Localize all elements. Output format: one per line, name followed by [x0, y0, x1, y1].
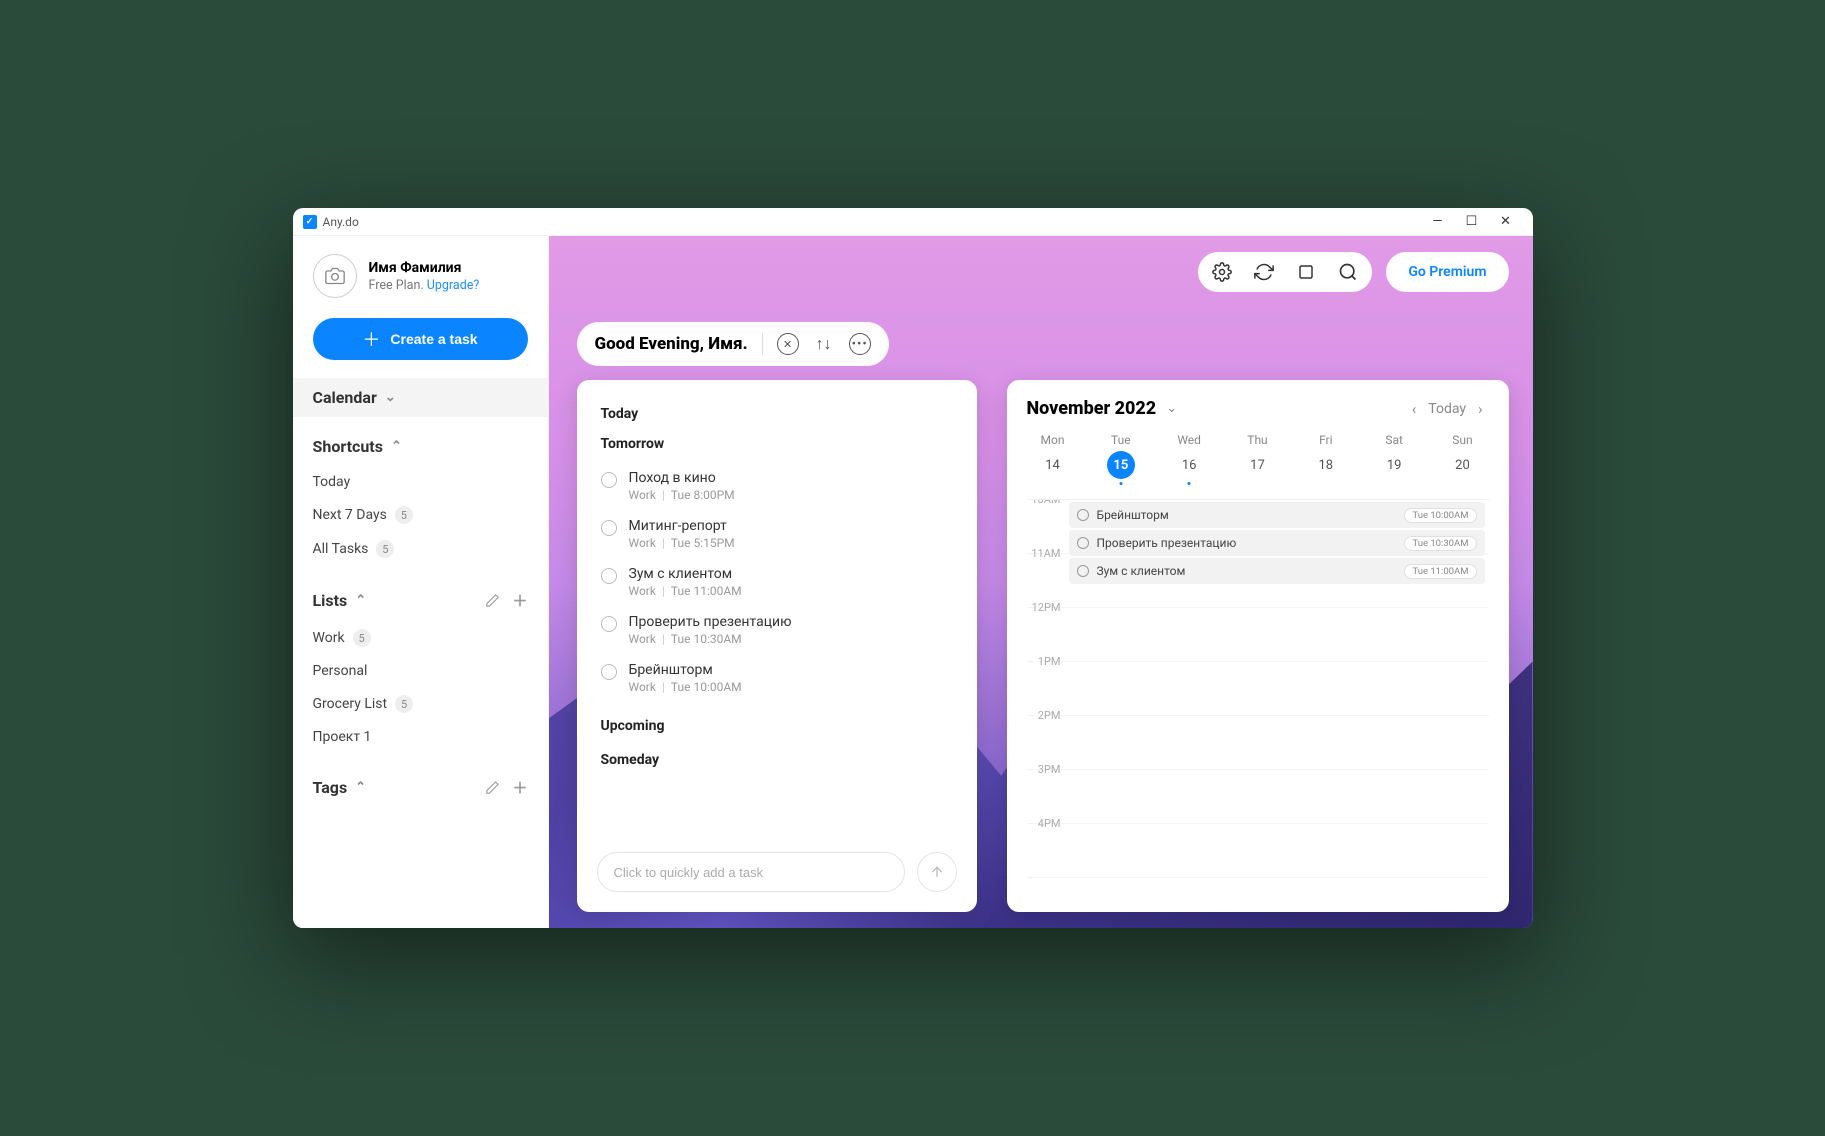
plus-icon: ＋ — [362, 326, 380, 352]
calendar-today-button[interactable]: Today — [1428, 401, 1466, 417]
count-badge: 5 — [353, 629, 371, 647]
sidebar: Имя Фамилия Free Plan. Upgrade? ＋ Create… — [293, 236, 549, 928]
sidebar-list-project1[interactable]: Проект 1 — [293, 721, 548, 753]
sidebar-list-personal[interactable]: Personal — [293, 655, 548, 687]
main-content: Go Premium Good Evening, Имя. ✕ ↑↓ ••• T… — [549, 236, 1533, 928]
sort-icon[interactable]: ↑↓ — [813, 333, 835, 355]
app-title: Any.do — [323, 215, 359, 229]
calendar-card: November 2022 ⌄ ‹ Today › Mon Tue Wed Th… — [1007, 380, 1509, 912]
chevron-up-icon: ⌃ — [355, 593, 366, 608]
sidebar-shortcut-today[interactable]: Today — [293, 466, 548, 498]
event-checkbox[interactable] — [1077, 509, 1089, 521]
sync-icon[interactable] — [1254, 262, 1274, 282]
sidebar-shortcut-next7[interactable]: Next 7 Days 5 — [293, 498, 548, 532]
tasks-section-tomorrow[interactable]: Tomorrow — [601, 436, 953, 452]
calendar-timeline: 10AM 11AM 12PM 1PM 2PM 3PM 4PM — [1027, 499, 1489, 912]
tasks-section-today[interactable]: Today — [601, 406, 953, 422]
gear-icon[interactable] — [1212, 262, 1232, 282]
calendar-weekdays: Mon Tue Wed Thu Fri Sat Sun — [1027, 433, 1489, 447]
app-logo-icon — [303, 215, 317, 229]
sidebar-section-shortcuts[interactable]: Shortcuts ⌃ — [293, 427, 548, 466]
event-dot-icon — [1119, 482, 1122, 485]
task-row[interactable]: Зум с клиентом Work|Tue 11:00AM — [601, 560, 953, 608]
quickadd-submit-button[interactable] — [917, 852, 957, 892]
greeting-pill: Good Evening, Имя. ✕ ↑↓ ••• — [577, 322, 889, 366]
chevron-up-icon: ⌃ — [391, 439, 402, 454]
sidebar-shortcut-alltasks[interactable]: All Tasks 5 — [293, 532, 548, 566]
profile-name: Имя Фамилия — [369, 260, 480, 276]
calendar-prev-button[interactable]: ‹ — [1406, 400, 1423, 418]
toolbar-pill — [1198, 252, 1372, 292]
calendar-date[interactable]: 20 — [1448, 451, 1476, 479]
event-checkbox[interactable] — [1077, 565, 1089, 577]
count-badge: 5 — [376, 540, 394, 558]
sidebar-list-work[interactable]: Work 5 — [293, 621, 548, 655]
task-checkbox[interactable] — [601, 520, 617, 536]
calendar-event[interactable]: Брейншторм Tue 10:00AM — [1069, 502, 1485, 528]
event-checkbox[interactable] — [1077, 537, 1089, 549]
plus-icon[interactable]: ＋ — [512, 777, 527, 798]
sidebar-section-tags[interactable]: Tags ⌃ ＋ — [293, 767, 548, 808]
window-minimize-button[interactable]: — — [1421, 214, 1455, 229]
create-task-button[interactable]: ＋ Create a task — [313, 318, 528, 360]
go-premium-button[interactable]: Go Premium — [1386, 252, 1508, 292]
titlebar: Any.do — ☐ ✕ — [293, 208, 1533, 236]
pencil-icon[interactable] — [485, 780, 500, 795]
topbar: Go Premium — [1198, 252, 1508, 292]
task-checkbox[interactable] — [601, 472, 617, 488]
window-maximize-button[interactable]: ☐ — [1455, 214, 1489, 229]
sidebar-section-calendar[interactable]: Calendar ⌄ — [293, 378, 548, 417]
sidebar-list-grocery[interactable]: Grocery List 5 — [293, 687, 548, 721]
app-window: Any.do — ☐ ✕ Имя Фамилия Free Plan. Upgr… — [293, 208, 1533, 928]
greeting-text: Good Evening, Имя. — [595, 334, 748, 354]
tasks-section-upcoming[interactable]: Upcoming — [601, 718, 953, 734]
event-dot-icon — [1188, 482, 1191, 485]
more-icon[interactable]: ••• — [849, 333, 871, 355]
calendar-date[interactable]: 19 — [1380, 451, 1408, 479]
tasks-section-someday[interactable]: Someday — [601, 752, 953, 768]
profile-plan: Free Plan. Upgrade? — [369, 278, 480, 293]
task-row[interactable]: Поход в кино Work|Tue 8:00PM — [601, 464, 953, 512]
tasks-card: Today Tomorrow Поход в кино Work|Tue 8:0… — [577, 380, 977, 912]
camera-icon — [325, 266, 345, 286]
task-checkbox[interactable] — [601, 568, 617, 584]
clear-icon[interactable]: ✕ — [777, 333, 799, 355]
count-badge: 5 — [395, 506, 413, 524]
quickadd-input[interactable] — [597, 852, 905, 892]
calendar-dates: 14 15 16 17 18 19 20 — [1027, 451, 1489, 489]
calendar-date[interactable]: 18 — [1312, 451, 1340, 479]
calendar-next-button[interactable]: › — [1472, 400, 1489, 418]
window-close-button[interactable]: ✕ — [1489, 214, 1523, 229]
calendar-date[interactable]: 17 — [1243, 451, 1271, 479]
task-row[interactable]: Митинг-репорт Work|Tue 5:15PM — [601, 512, 953, 560]
pencil-icon[interactable] — [485, 593, 500, 608]
profile: Имя Фамилия Free Plan. Upgrade? — [293, 236, 548, 308]
chevron-down-icon[interactable]: ⌄ — [1166, 401, 1177, 416]
calendar-date[interactable]: 15 — [1107, 451, 1135, 479]
count-badge: 5 — [395, 695, 413, 713]
arrow-up-icon — [929, 864, 945, 880]
calendar-date[interactable]: 14 — [1039, 451, 1067, 479]
avatar[interactable] — [313, 254, 357, 298]
sidebar-section-lists[interactable]: Lists ⌃ ＋ — [293, 580, 548, 621]
square-icon[interactable] — [1296, 262, 1316, 282]
calendar-event[interactable]: Зум с клиентом Tue 11:00AM — [1069, 558, 1485, 584]
search-icon[interactable] — [1338, 262, 1358, 282]
task-checkbox[interactable] — [601, 664, 617, 680]
plus-icon[interactable]: ＋ — [512, 590, 527, 611]
task-row[interactable]: Брейншторм Work|Tue 10:00AM — [601, 656, 953, 704]
upgrade-link[interactable]: Upgrade? — [427, 278, 480, 293]
calendar-date[interactable]: 16 — [1175, 451, 1203, 479]
task-row[interactable]: Проверить презентацию Work|Tue 10:30AM — [601, 608, 953, 656]
chevron-up-icon: ⌃ — [355, 780, 366, 795]
chevron-down-icon: ⌄ — [385, 390, 396, 405]
task-checkbox[interactable] — [601, 616, 617, 632]
calendar-event[interactable]: Проверить презентацию Tue 10:30AM — [1069, 530, 1485, 556]
calendar-month: November 2022 — [1027, 398, 1157, 419]
calendar-header: November 2022 ⌄ ‹ Today › — [1027, 398, 1489, 419]
